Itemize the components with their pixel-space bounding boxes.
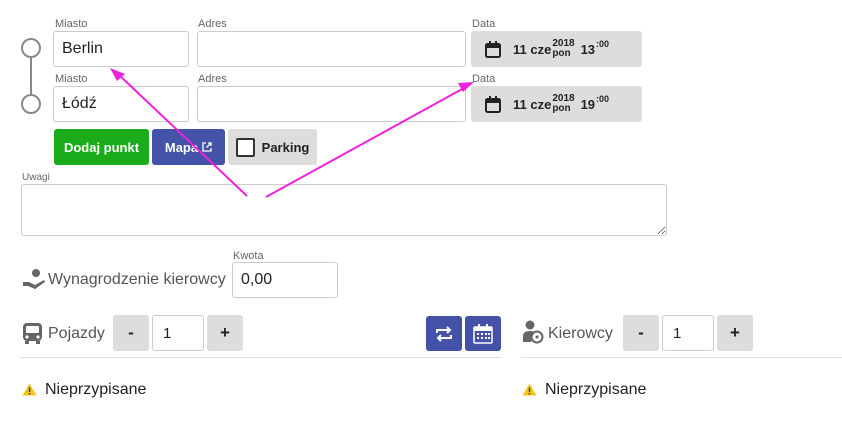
- address-label-2: Adres: [198, 73, 227, 85]
- map-button[interactable]: Mapa: [152, 129, 225, 165]
- vehicles-divider: [21, 357, 502, 358]
- vehicles-decrement-button[interactable]: -: [113, 315, 149, 351]
- date-hour: 19: [580, 96, 596, 112]
- amount-label: Kwota: [233, 250, 264, 262]
- warning-icon: [22, 383, 37, 396]
- address-input-1[interactable]: [197, 31, 466, 67]
- hand-money-icon: [23, 269, 45, 289]
- city-label-1: Miasto: [55, 18, 88, 30]
- date-weekday: pon: [552, 103, 571, 114]
- warning-icon: [522, 383, 537, 396]
- date-label-1: Data: [472, 18, 496, 30]
- vehicles-status: Nieprzypisane: [45, 381, 147, 398]
- route-point-marker-1: [21, 38, 41, 58]
- parking-checkbox[interactable]: [235, 137, 255, 157]
- schedule-button[interactable]: [465, 316, 501, 351]
- map-button-label: Mapa: [164, 139, 199, 155]
- city-input-2[interactable]: [53, 86, 189, 122]
- driver-icon: [523, 320, 544, 344]
- drivers-decrement-button[interactable]: -: [623, 315, 659, 351]
- date-day: 11 cze: [513, 41, 552, 57]
- date-weekday: pon: [552, 48, 571, 59]
- notes-label: Uwagi: [22, 172, 50, 183]
- vehicles-count-input[interactable]: [152, 315, 204, 351]
- drivers-count-input[interactable]: [662, 315, 714, 351]
- add-point-button[interactable]: Dodaj punkt: [54, 129, 149, 165]
- parking-label: Parking: [261, 139, 310, 155]
- parking-toggle[interactable]: Parking: [228, 129, 317, 165]
- bus-icon: [23, 323, 42, 344]
- drivers-status: Nieprzypisane: [545, 381, 647, 398]
- swap-button[interactable]: [426, 316, 462, 351]
- drivers-increment-button[interactable]: +: [717, 315, 753, 351]
- drivers-title: Kierowcy: [548, 325, 613, 342]
- external-link-icon: [202, 142, 212, 152]
- vehicles-increment-button[interactable]: +: [207, 315, 243, 351]
- route-point-marker-2: [21, 94, 41, 114]
- route-connector-line: [30, 58, 32, 94]
- date-label-2: Data: [472, 73, 496, 85]
- date-minute: :00: [596, 39, 610, 49]
- city-label-2: Miasto: [55, 73, 88, 85]
- date-picker-1[interactable]: 11 cze 2018 pon 13 :00: [471, 31, 642, 67]
- calendar-icon: [485, 40, 501, 58]
- address-label-1: Adres: [198, 18, 227, 30]
- vehicles-title: Pojazdy: [48, 325, 105, 342]
- calendar-icon: [485, 95, 501, 113]
- drivers-divider: [521, 357, 842, 358]
- city-input-1[interactable]: [53, 31, 189, 67]
- notes-textarea[interactable]: [21, 184, 667, 236]
- date-day: 11 cze: [513, 96, 552, 112]
- swap-icon: [436, 325, 452, 342]
- date-minute: :00: [596, 94, 610, 104]
- amount-input[interactable]: [232, 262, 338, 298]
- address-input-2[interactable]: [197, 86, 466, 122]
- date-hour: 13: [580, 41, 596, 57]
- calendar-grid-icon: [473, 323, 493, 344]
- driver-pay-title: Wynagrodzenie kierowcy: [48, 271, 226, 288]
- date-picker-2[interactable]: 11 cze 2018 pon 19 :00: [471, 86, 642, 122]
